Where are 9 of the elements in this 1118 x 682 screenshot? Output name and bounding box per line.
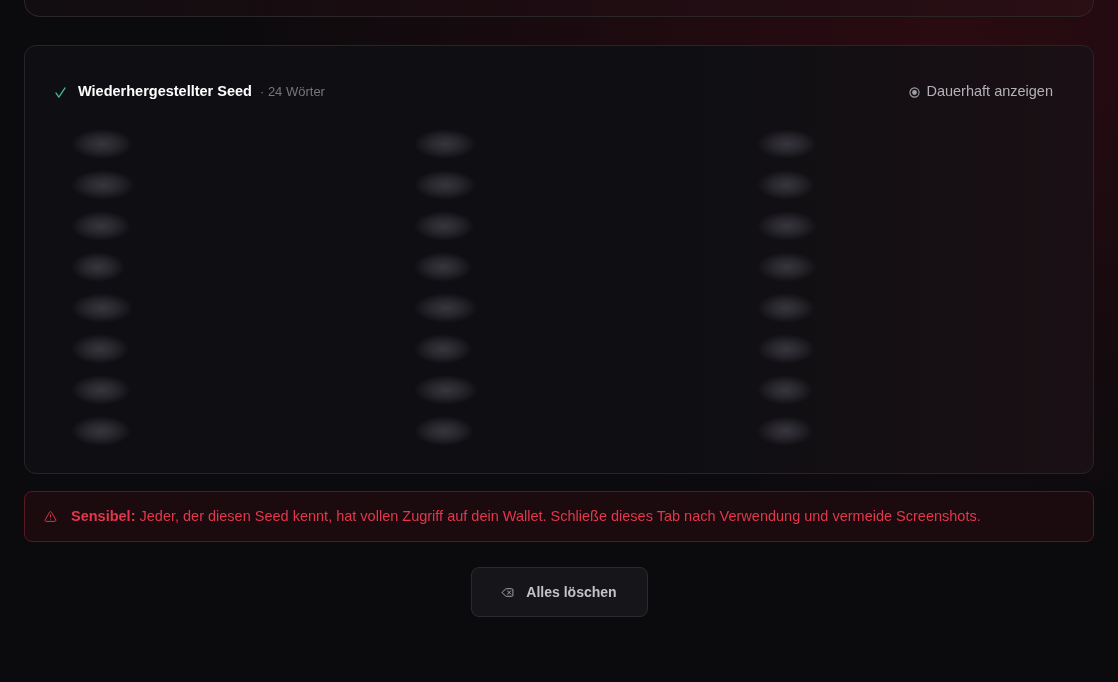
ring-dot-icon <box>909 86 921 98</box>
warning-text: Sensibel: Jeder, der diesen Seed kennt, hat vollen Zugriff auf dein Wallet. Schließe dieses Tab nach Verwendung und vermeide Screenshots. <box>71 506 981 526</box>
word-count: · 24 Wörter <box>259 83 325 102</box>
seed-title: Wiederhergestellter Seed <box>78 82 252 102</box>
clear-all-button[interactable]: Alles löschen <box>470 567 648 617</box>
warning-icon <box>44 510 57 523</box>
backspace-icon <box>501 585 515 599</box>
check-icon <box>55 86 66 98</box>
show-permanently-toggle[interactable]: Dauerhaft anzeigen <box>909 81 1053 103</box>
